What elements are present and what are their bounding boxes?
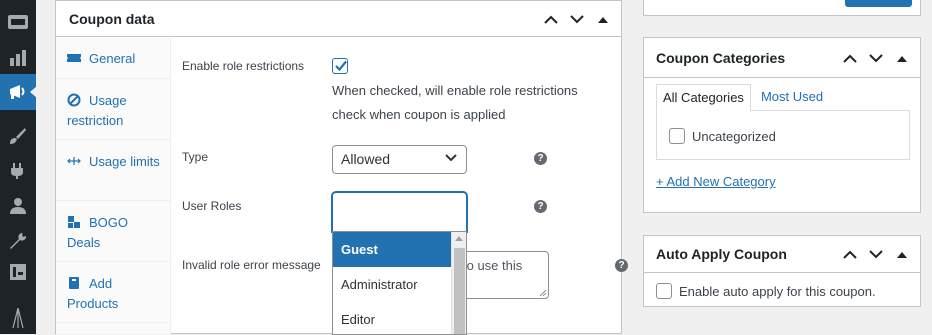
dropdown-scrollbar[interactable] xyxy=(451,232,466,334)
move-up-icon[interactable] xyxy=(541,9,561,29)
tab-add-products[interactable]: Add Products xyxy=(56,262,170,323)
user-roles-label: User Roles xyxy=(182,199,242,213)
auto-apply-label: Enable auto apply for this coupon. xyxy=(679,284,876,299)
invalid-role-message-label: Invalid role error message xyxy=(182,258,321,272)
uncategorized-checkbox[interactable] xyxy=(669,128,685,144)
block-icon xyxy=(67,93,81,107)
tab-bogo-deals[interactable]: BOGO Deals xyxy=(56,201,170,262)
enable-role-checkbox[interactable] xyxy=(332,58,348,74)
coupon-categories-header: Coupon Categories xyxy=(644,38,920,78)
marketing-icon[interactable] xyxy=(0,74,37,110)
category-tabs: All Categories Most Used xyxy=(656,84,829,112)
move-up-icon[interactable] xyxy=(840,48,860,68)
user-roles-help-icon[interactable]: ? xyxy=(534,200,547,213)
toggle-panel-icon[interactable] xyxy=(892,48,912,68)
type-help-icon[interactable]: ? xyxy=(534,152,547,165)
ticket-icon xyxy=(67,51,81,65)
brush-icon[interactable] xyxy=(6,124,30,148)
auto-apply-checkbox[interactable] xyxy=(656,283,672,299)
tab-most-used[interactable]: Most Used xyxy=(751,84,829,112)
user-roles-input[interactable] xyxy=(332,192,467,232)
coupon-data-panel: Coupon data General Usage restriction Us… xyxy=(55,0,628,335)
auto-apply-box: Auto Apply Coupon Enable auto apply for … xyxy=(643,235,921,307)
tab-all-categories[interactable]: All Categories xyxy=(656,84,751,112)
admin-sidebar xyxy=(0,0,37,334)
role-restrictions-panel: Enable role restrictions When checked, w… xyxy=(182,38,628,335)
tab-general[interactable]: General xyxy=(56,38,170,79)
coupon-tabs: General Usage restriction Usage limits B… xyxy=(56,38,171,334)
type-select[interactable]: Allowed xyxy=(332,145,467,174)
category-list: Uncategorized xyxy=(656,110,910,160)
tab-general-label: General xyxy=(89,51,136,66)
type-select-value: Allowed xyxy=(341,151,391,167)
role-option-editor[interactable]: Editor xyxy=(333,302,451,334)
collapse-icon[interactable] xyxy=(6,306,30,330)
move-down-icon[interactable] xyxy=(866,244,886,264)
arrows-icon xyxy=(67,154,81,168)
user-roles-dropdown: Guest Administrator Editor xyxy=(332,231,467,335)
move-up-icon[interactable] xyxy=(840,244,860,264)
toggle-panel-icon[interactable] xyxy=(892,244,912,264)
resize-grip-icon[interactable] xyxy=(539,289,547,297)
enable-role-label: Enable role restrictions xyxy=(182,59,305,73)
role-option-administrator[interactable]: Administrator xyxy=(333,267,451,302)
invalid-role-help-icon[interactable]: ? xyxy=(615,259,628,272)
uncategorized-label: Uncategorized xyxy=(692,129,776,144)
cubes-icon xyxy=(67,215,81,229)
type-label: Type xyxy=(182,150,209,164)
tab-usage-limits-label: Usage limits xyxy=(89,154,160,169)
move-down-icon[interactable] xyxy=(567,9,587,29)
coupon-data-header: Coupon data xyxy=(56,1,621,37)
users-icon[interactable] xyxy=(6,194,30,218)
auto-apply-title: Auto Apply Coupon xyxy=(656,246,787,262)
toggle-panel-icon[interactable] xyxy=(593,9,613,29)
scroll-up-icon[interactable] xyxy=(455,236,463,241)
tab-usage-limits[interactable]: Usage limits xyxy=(56,140,170,201)
settings-icon[interactable] xyxy=(6,260,30,284)
chevron-down-icon xyxy=(445,154,457,162)
woocommerce-icon[interactable] xyxy=(6,10,30,34)
scrollbar-thumb[interactable] xyxy=(454,248,465,334)
coupon-categories-title: Coupon Categories xyxy=(656,49,786,66)
checkmark-icon xyxy=(335,60,347,72)
role-option-guest[interactable]: Guest xyxy=(333,232,451,267)
tab-usage-restriction[interactable]: Usage restriction xyxy=(56,79,170,140)
coupon-data-title: Coupon data xyxy=(69,10,155,27)
invalid-role-message-text: to use this xyxy=(463,258,523,273)
coupon-categories-box: Coupon Categories All Categories Most Us… xyxy=(643,37,921,213)
cart-icon xyxy=(67,276,81,290)
plugins-icon[interactable] xyxy=(6,159,30,183)
analytics-icon[interactable] xyxy=(6,46,30,70)
add-new-category-link[interactable]: + Add New Category xyxy=(656,174,776,189)
publish-button[interactable] xyxy=(845,0,912,7)
tools-icon[interactable] xyxy=(6,229,30,253)
auto-apply-header: Auto Apply Coupon xyxy=(644,236,920,273)
move-down-icon[interactable] xyxy=(866,48,886,68)
enable-role-description: When checked, will enable role restricti… xyxy=(332,83,578,122)
